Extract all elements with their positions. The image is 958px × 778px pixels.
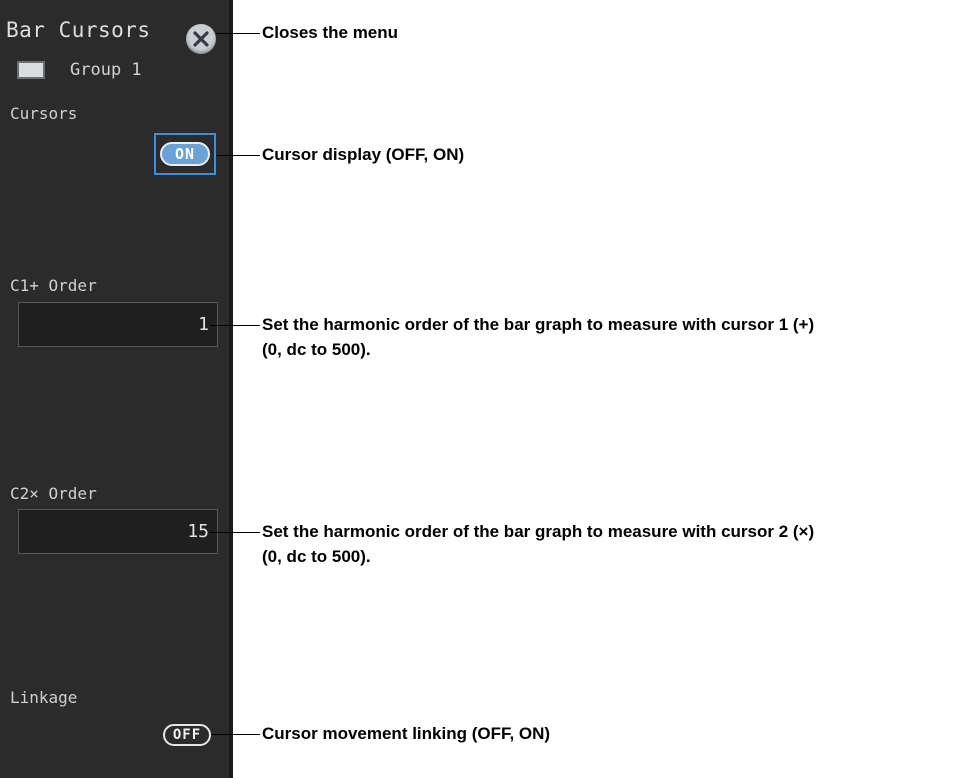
close-icon — [193, 31, 209, 47]
c1-leader-line — [210, 325, 260, 326]
bar-cursors-menu: Bar Cursors Group 1 Cursors ON C1+ Order… — [0, 0, 233, 778]
menu-title: Bar Cursors — [6, 18, 151, 42]
group-label: Group 1 — [70, 60, 142, 80]
c2-order-label: C2× Order — [10, 484, 97, 503]
close-leader-line — [216, 33, 260, 34]
linkage-leader-line — [211, 734, 260, 735]
cursors-label: Cursors — [10, 104, 78, 123]
linkage-toggle[interactable]: OFF — [163, 724, 211, 746]
cursor-display-leader-line — [216, 155, 260, 156]
c1-order-field[interactable]: 1 — [18, 302, 218, 347]
linkage-label: Linkage — [10, 688, 78, 707]
c1-callout-line1: Set the harmonic order of the bar graph … — [262, 315, 815, 334]
cursors-focus-frame: ON — [154, 133, 216, 175]
panel-edge — [229, 0, 233, 778]
c1-order-label: C1+ Order — [10, 276, 97, 295]
c2-leader-line — [210, 532, 260, 533]
cursors-toggle[interactable]: ON — [160, 142, 210, 166]
close-button[interactable] — [186, 24, 216, 54]
c1-callout-line2: (0, dc to 500). — [262, 340, 371, 359]
group-color-icon — [17, 61, 45, 79]
c2-order-field[interactable]: 15 — [18, 509, 218, 554]
c2-callout-line1: Set the harmonic order of the bar graph … — [262, 522, 815, 541]
c2-callout-line2: (0, dc to 500). — [262, 547, 371, 566]
linkage-callout: Cursor movement linking (OFF, ON) — [262, 724, 551, 743]
close-callout: Closes the menu — [262, 23, 399, 42]
cursor-display-callout: Cursor display (OFF, ON) — [262, 145, 465, 164]
